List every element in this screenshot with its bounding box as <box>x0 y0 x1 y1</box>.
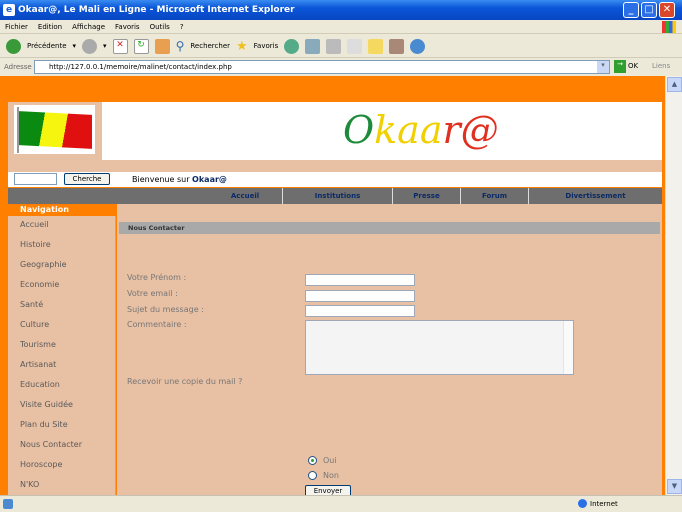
forward-icon[interactable] <box>82 38 98 54</box>
ie-icon: e <box>3 4 15 16</box>
close-button[interactable]: ✕ <box>659 2 675 18</box>
menu-affichage[interactable]: Affichage <box>67 20 110 34</box>
home-icon[interactable] <box>154 38 170 54</box>
links-label[interactable]: Liens <box>652 62 670 70</box>
print-icon[interactable] <box>326 38 342 54</box>
sidebar-item-economie[interactable]: Economie <box>20 280 59 289</box>
address-dropdown-icon[interactable]: ▾ <box>597 61 609 73</box>
contact-content: Nous Contacter Votre Prénom : Votre emai… <box>117 204 662 495</box>
window-title: Okaar@, Le Mali en Ligne - Microsoft Int… <box>18 5 295 15</box>
sidebar-item-nko[interactable]: N'KO <box>20 480 39 489</box>
site-search-input[interactable] <box>14 173 57 185</box>
welcome-brand: Okaar@ <box>192 175 227 184</box>
back-button[interactable]: Précédente <box>27 42 67 50</box>
section-title: Nous Contacter <box>119 222 660 234</box>
top-navigation: Accueil Institutions Presse Forum Divert… <box>8 188 662 204</box>
radio-non[interactable] <box>308 471 317 480</box>
globe-icon <box>578 499 587 508</box>
envoyer-button[interactable]: Envoyer <box>305 485 351 495</box>
address-bar: Adresse http://127.0.0.1/memoire/malinet… <box>0 58 682 76</box>
search-button[interactable]: Rechercher <box>190 42 230 50</box>
sidebar-item-tourisme[interactable]: Tourisme <box>20 340 56 349</box>
sidebar-item-sante[interactable]: Santé <box>20 300 43 309</box>
research-icon[interactable] <box>389 38 405 54</box>
windows-logo-icon <box>662 21 676 33</box>
scroll-up-icon[interactable]: ▲ <box>667 77 682 92</box>
radio-oui[interactable] <box>308 456 317 465</box>
vertical-scrollbar[interactable]: ▲ ▼ <box>665 76 682 495</box>
mail-icon[interactable] <box>305 38 321 54</box>
search-icon[interactable]: ⚲ <box>176 39 185 53</box>
menu-fichier[interactable]: Fichier <box>0 20 33 34</box>
sidebar-item-histoire[interactable]: Histoire <box>20 240 51 249</box>
welcome-label: Bienvenue sur <box>132 175 193 184</box>
prenom-input[interactable] <box>305 274 415 286</box>
sujet-input[interactable] <box>305 305 415 317</box>
address-url: http://127.0.0.1/memoire/malinet/contact… <box>49 63 232 71</box>
non-label[interactable]: Non <box>323 471 339 480</box>
maximize-button[interactable]: □ <box>641 2 657 18</box>
nav-institutions[interactable]: Institutions <box>282 188 392 204</box>
history-icon[interactable] <box>284 38 300 54</box>
email-label: Votre email : <box>127 289 178 298</box>
header-spacer <box>8 160 662 172</box>
search-row: Cherche Bienvenue sur Okaar@ <box>8 172 662 187</box>
nav-presse[interactable]: Presse <box>392 188 460 204</box>
nav-divertissement[interactable]: Divertissement <box>528 188 662 204</box>
status-bar: Internet <box>0 495 682 512</box>
favorites-icon[interactable]: ★ <box>236 39 248 54</box>
zone-label: Internet <box>590 500 618 508</box>
welcome-text: Bienvenue sur Okaar@ <box>132 175 227 184</box>
textarea-scrollbar[interactable] <box>563 321 573 374</box>
search-submit-button[interactable]: Cherche <box>64 173 110 185</box>
page-viewport: Okaar@ Cherche Bienvenue sur Okaar@ Accu… <box>0 76 665 495</box>
favorites-button[interactable]: Favoris <box>254 42 279 50</box>
sidebar-item-artisanat[interactable]: Artisanat <box>20 360 56 369</box>
site-logo: Okaar@ <box>343 108 499 152</box>
go-button[interactable]: OK <box>628 62 638 70</box>
menu-edition[interactable]: Edition <box>33 20 67 34</box>
email-input[interactable] <box>305 290 415 302</box>
oui-label[interactable]: Oui <box>323 456 337 465</box>
notes-icon[interactable] <box>368 38 384 54</box>
sidebar-item-visite-guidee[interactable]: Visite Guidée <box>20 400 73 409</box>
toolbar: Précédente ▾ ▾ ✕ ↻ ⚲ Rechercher ★ Favoris <box>0 35 682 58</box>
copie-label: Recevoir une copie du mail ? <box>127 377 243 386</box>
sidebar-item-plan-du-site[interactable]: Plan du Site <box>20 420 68 429</box>
sidebar-title: Navigation <box>8 204 116 216</box>
page-icon <box>3 499 13 509</box>
menu-help[interactable]: ? <box>175 20 189 34</box>
go-arrow-icon[interactable]: → <box>614 60 626 73</box>
scroll-down-icon[interactable]: ▼ <box>667 479 682 494</box>
flag-container <box>8 102 102 160</box>
nav-forum[interactable]: Forum <box>460 188 528 204</box>
sidebar-item-horoscope[interactable]: Horoscope <box>20 460 62 469</box>
commentaire-label: Commentaire : <box>127 320 187 329</box>
sidebar-item-nous-contacter[interactable]: Nous Contacter <box>20 440 82 449</box>
prenom-label: Votre Prénom : <box>127 273 187 282</box>
nav-accueil[interactable]: Accueil <box>208 188 282 204</box>
menu-outils[interactable]: Outils <box>145 20 175 34</box>
sidebar-item-geographie[interactable]: Geographie <box>20 260 67 269</box>
mali-flag-image <box>14 105 95 154</box>
stop-icon[interactable]: ✕ <box>112 38 128 54</box>
back-icon[interactable] <box>6 38 21 54</box>
menu-bar: Fichier Edition Affichage Favoris Outils? <box>0 20 682 34</box>
sidebar-item-education[interactable]: Education <box>20 380 60 389</box>
refresh-icon[interactable]: ↻ <box>133 38 149 54</box>
address-label: Adresse <box>4 63 32 71</box>
menu-favoris[interactable]: Favoris <box>110 20 145 34</box>
messenger-icon[interactable] <box>410 38 426 54</box>
sujet-label: Sujet du message : <box>127 305 204 314</box>
site-header: Okaar@ <box>8 102 662 160</box>
edit-icon[interactable] <box>347 38 363 54</box>
minimize-button[interactable]: _ <box>623 2 639 18</box>
sidebar: Navigation Accueil Histoire Geographie E… <box>8 204 116 495</box>
sidebar-item-accueil[interactable]: Accueil <box>20 220 49 229</box>
commentaire-textarea[interactable] <box>305 320 574 375</box>
address-input[interactable]: http://127.0.0.1/memoire/malinet/contact… <box>34 60 610 74</box>
sidebar-item-culture[interactable]: Culture <box>20 320 49 329</box>
title-bar: e Okaar@, Le Mali en Ligne - Microsoft I… <box>0 0 682 20</box>
